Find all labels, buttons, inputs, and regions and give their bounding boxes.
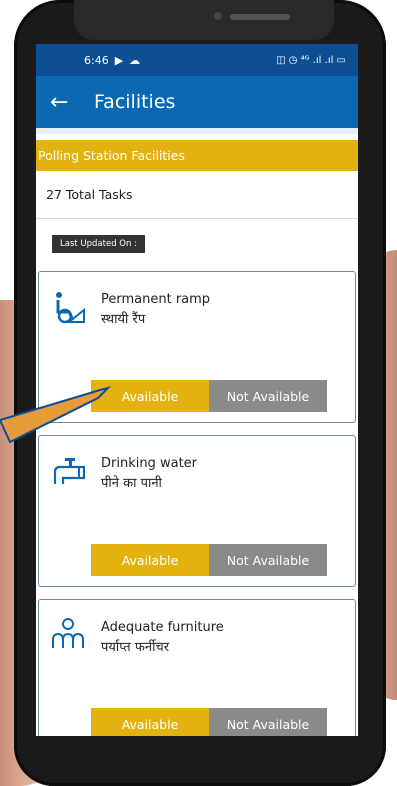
pointer-arrow (0, 386, 112, 444)
speaker (230, 14, 290, 20)
not-available-button[interactable]: Not Available (209, 708, 327, 736)
facility-name-en: Adequate furniture (101, 620, 224, 635)
status-icons: ◫ ◷ ⁴ᴳ .ıl .ıl ▭ (276, 54, 346, 66)
availability-toggle: Available Not Available (91, 544, 327, 576)
facility-card-water: Drinking water पीने का पानी Available No… (38, 435, 356, 587)
cloud-icon: ☁ (129, 53, 141, 67)
facility-name-en: Drinking water (101, 456, 198, 471)
facility-name-en: Permanent ramp (101, 292, 211, 307)
not-available-button[interactable]: Not Available (209, 380, 327, 412)
page-title: Facilities (94, 91, 176, 113)
availability-toggle: Available Not Available (91, 380, 327, 412)
phone-top-bezel (74, 0, 334, 40)
water-tap-icon (53, 458, 85, 484)
total-tasks: 27 Total Tasks (36, 171, 358, 219)
facility-name-hi: पीने का पानी (101, 476, 162, 491)
status-time: 6:46 (84, 53, 109, 67)
status-bar: 6:46 ▶ ☁ ◫ ◷ ⁴ᴳ .ıl .ıl ▭ (36, 44, 358, 76)
facility-card-furniture: Adequate furniture पर्याप्त फर्नीचर Avai… (38, 599, 356, 736)
not-available-button[interactable]: Not Available (209, 544, 327, 576)
available-button[interactable]: Available (91, 708, 209, 736)
app-bar: ← Facilities (36, 76, 358, 134)
availability-toggle: Available Not Available (91, 708, 327, 736)
back-arrow-icon[interactable]: ← (50, 90, 80, 115)
facility-name-hi: पर्याप्त फर्नीचर (101, 640, 170, 655)
section-header: Polling Station Facilities (36, 140, 358, 171)
available-button[interactable]: Available (91, 544, 209, 576)
video-icon: ▶ (114, 53, 124, 67)
last-updated-badge: Last Updated On : (52, 235, 145, 253)
furniture-icon (52, 618, 84, 648)
facility-name-hi: स्थायी रैंप (101, 312, 146, 327)
wheelchair-icon (56, 292, 85, 324)
camera (214, 12, 222, 20)
